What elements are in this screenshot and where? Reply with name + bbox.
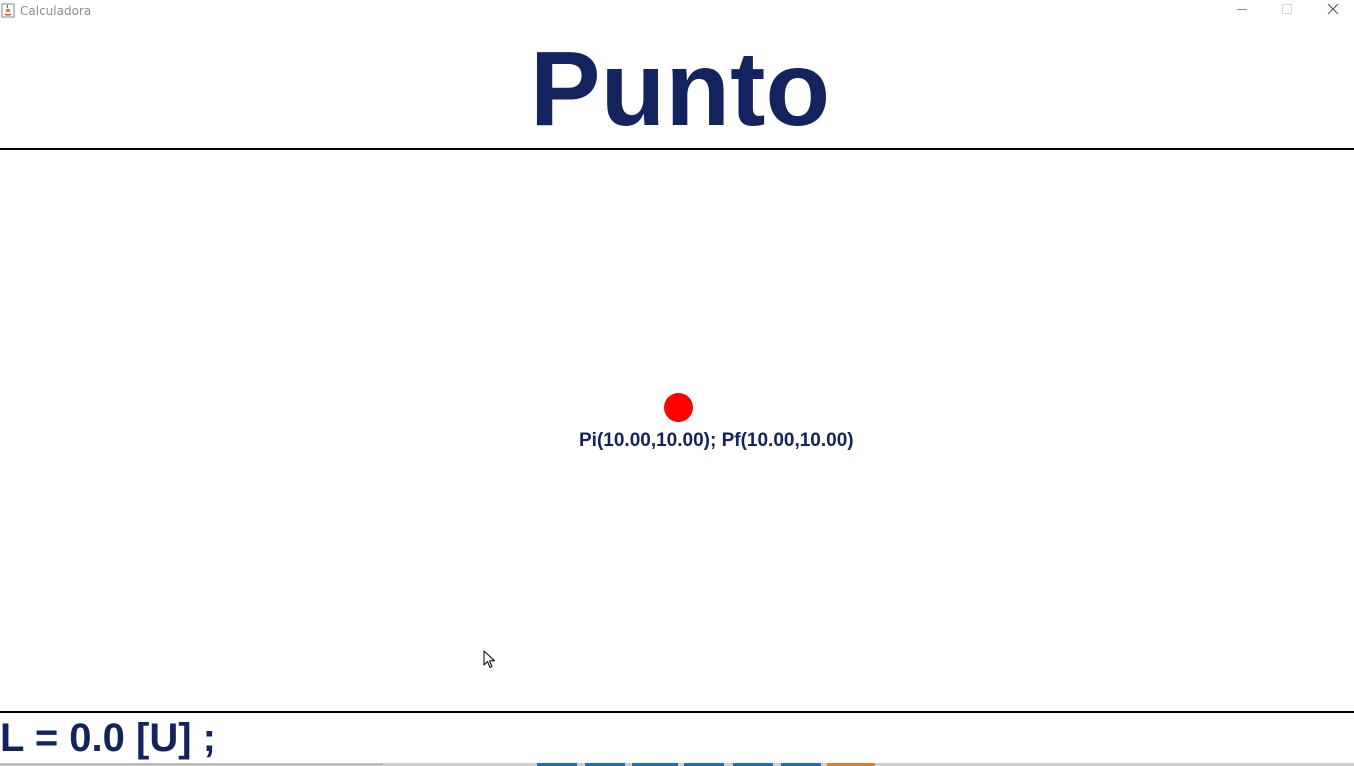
minimize-button[interactable] bbox=[1219, 0, 1265, 22]
title-bar[interactable]: Calculadora bbox=[0, 0, 1354, 22]
close-icon bbox=[1327, 2, 1339, 20]
maximize-button[interactable] bbox=[1264, 0, 1310, 22]
point-marker[interactable] bbox=[664, 393, 693, 422]
length-readout: L = 0.0 [U] ; bbox=[0, 716, 216, 760]
mouse-pointer-icon bbox=[483, 650, 497, 670]
maximize-icon bbox=[1281, 2, 1293, 20]
point-coordinates-label: Pi(10.00,10.00); Pf(10.00,10.00) bbox=[579, 430, 854, 451]
minimize-icon bbox=[1236, 2, 1248, 20]
close-button[interactable] bbox=[1310, 0, 1354, 22]
java-coffee-icon bbox=[1, 3, 15, 18]
drawing-canvas[interactable]: Pi(10.00,10.00); Pf(10.00,10.00) bbox=[0, 150, 1354, 711]
app-window: Calculadora Punto Pi(10.00,10.00); Pf(10… bbox=[0, 0, 1354, 766]
window-title: Calculadora bbox=[20, 4, 92, 18]
footer-divider bbox=[0, 711, 1354, 713]
page-title: Punto bbox=[529, 30, 831, 148]
